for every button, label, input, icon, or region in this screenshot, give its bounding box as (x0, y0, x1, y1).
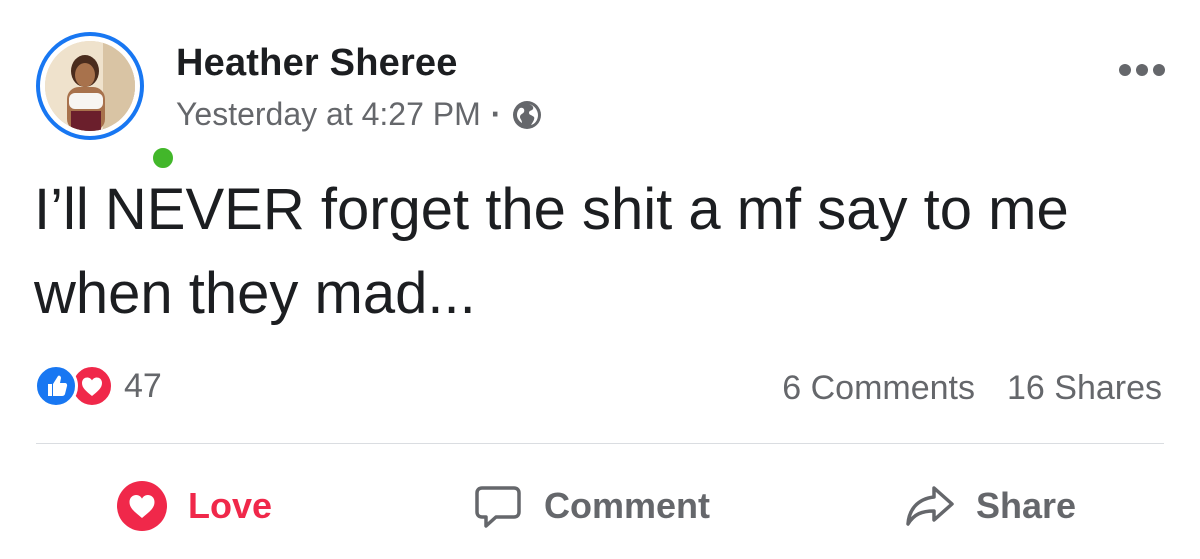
like-reaction-icon (34, 364, 78, 408)
globe-icon[interactable] (511, 99, 543, 131)
share-button[interactable]: Share (904, 470, 1076, 542)
reaction-count[interactable]: 47 (124, 367, 162, 406)
avatar[interactable] (45, 41, 135, 131)
post-timestamp[interactable]: Yesterday at 4:27 PM (176, 96, 481, 133)
author-name[interactable]: Heather Sheree (176, 42, 458, 85)
comments-count-link[interactable]: 6 Comments (782, 364, 975, 412)
post-actions-bar: Love Comment Share (0, 470, 1200, 542)
facebook-post: Heather Sheree Yesterday at 4:27 PM · I’… (0, 0, 1200, 559)
share-arrow-icon (906, 486, 954, 526)
avatar-photo (45, 41, 135, 131)
comment-button-label: Comment (544, 485, 711, 526)
reactions-summary[interactable]: 47 (34, 364, 162, 408)
comment-button[interactable]: Comment (472, 470, 710, 542)
love-button-label: Love (188, 485, 273, 526)
avatar-container[interactable] (36, 32, 177, 172)
post-meta: Yesterday at 4:27 PM · (176, 96, 543, 133)
shares-count-link[interactable]: 16 Shares (1007, 364, 1162, 412)
divider (36, 443, 1164, 444)
love-button[interactable]: Love (116, 470, 272, 542)
post-text: I’ll NEVER forget the shit a mf say to m… (34, 177, 1069, 326)
meta-separator: · (490, 96, 502, 132)
speech-bubble-icon (475, 486, 521, 528)
share-button-label: Share (976, 485, 1077, 526)
heart-icon (117, 481, 167, 531)
more-options-icon[interactable] (1118, 62, 1166, 78)
engagement-counts: 6 Comments 16 Shares (782, 364, 1162, 412)
